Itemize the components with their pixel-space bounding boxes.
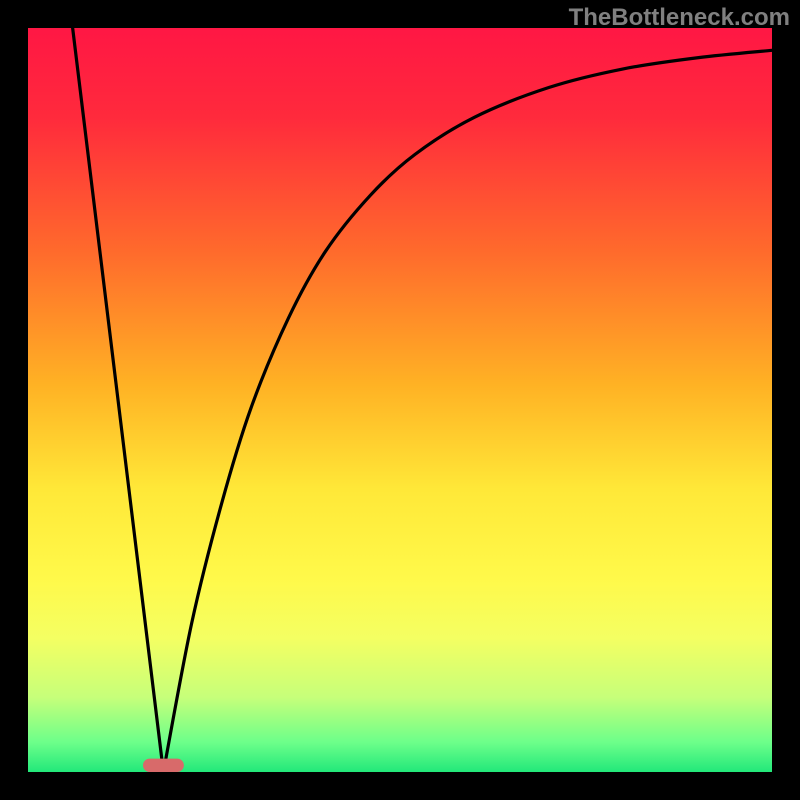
optimal-marker xyxy=(143,759,184,772)
chart-svg xyxy=(0,0,800,800)
watermark-text: TheBottleneck.com xyxy=(569,4,790,32)
gradient-background xyxy=(28,28,772,772)
bottleneck-chart: TheBottleneck.com xyxy=(0,0,800,800)
